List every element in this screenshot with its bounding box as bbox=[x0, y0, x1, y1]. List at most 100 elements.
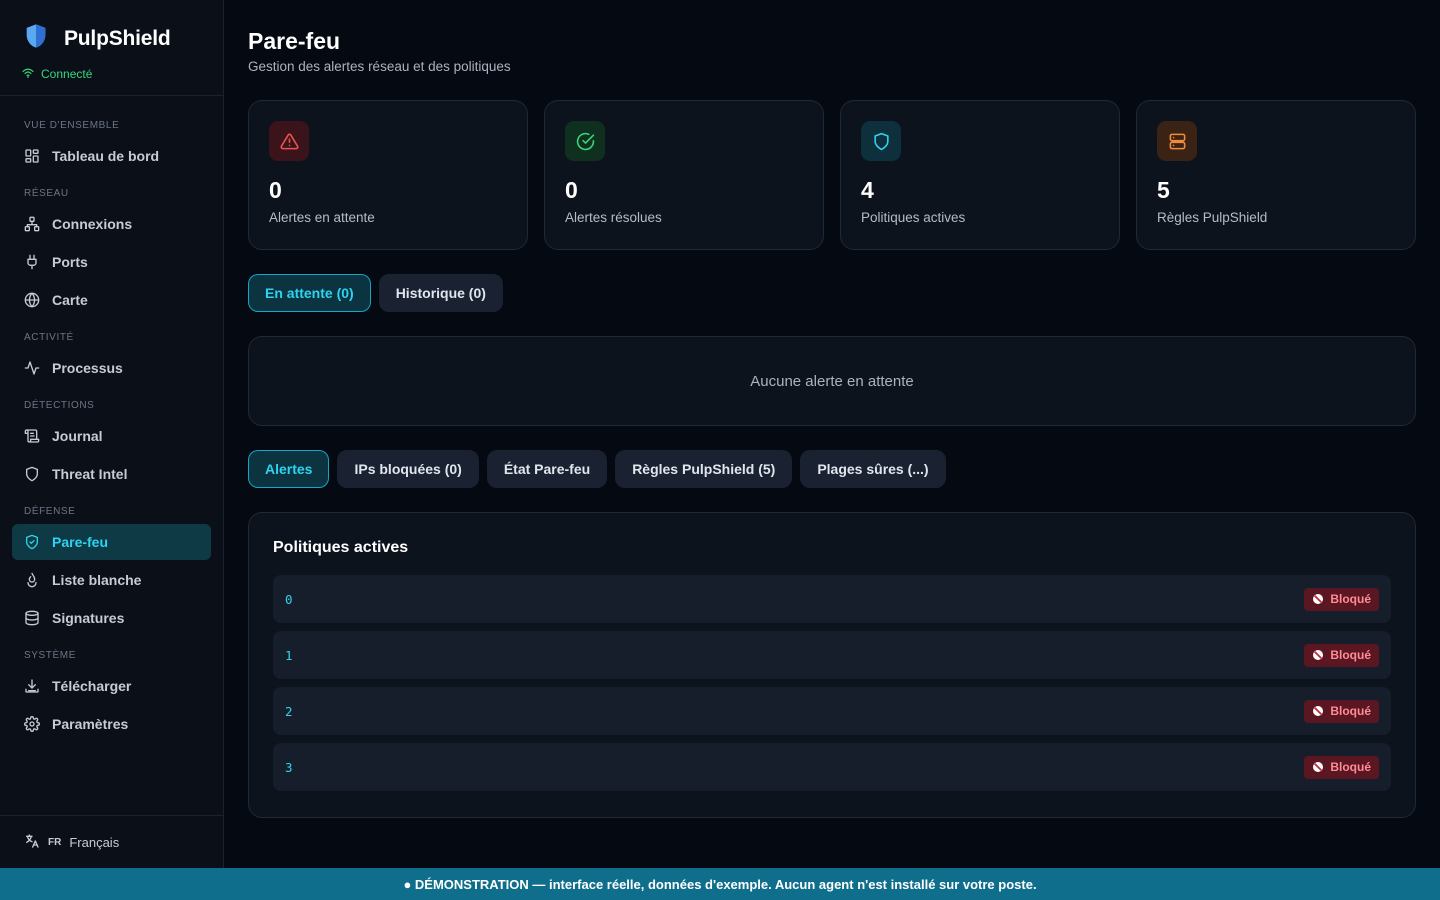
tab-alert-0[interactable]: En attente (0) bbox=[248, 274, 371, 312]
sidebar-item-label: Télécharger bbox=[52, 678, 132, 694]
sidebar-item-journal[interactable]: Journal bbox=[12, 418, 211, 454]
status-label: Bloqué bbox=[1330, 704, 1371, 718]
stat-value: 0 bbox=[565, 177, 578, 203]
translate-icon bbox=[24, 833, 40, 852]
status-label: Bloqué bbox=[1330, 648, 1371, 662]
stat-label: Alertes résolues bbox=[565, 210, 662, 225]
blocked-icon bbox=[1312, 761, 1324, 773]
tab-section-4[interactable]: Plages sûres (...) bbox=[800, 450, 946, 488]
stats-row: 0 Alertes en attente 0 Alertes résolues 4 Pol… bbox=[248, 100, 1416, 250]
stat-label: Alertes en attente bbox=[269, 210, 375, 225]
gear-icon bbox=[24, 716, 40, 732]
page-title: Pare-feu bbox=[248, 28, 341, 54]
globe-icon bbox=[24, 292, 40, 308]
alert-tabs: En attente (0) Historique (0) bbox=[248, 274, 1416, 312]
network-icon bbox=[24, 216, 40, 232]
app-name: PulpShield bbox=[64, 26, 171, 50]
shield-icon bbox=[861, 121, 901, 161]
policy-id: 0 bbox=[285, 591, 293, 607]
stat-card: 0 Alertes résolues bbox=[544, 100, 824, 250]
list-item[interactable]: 0 Bloqué bbox=[273, 575, 1391, 623]
stat-card: 4 Politiques actives bbox=[840, 100, 1120, 250]
scroll-icon bbox=[24, 428, 40, 444]
sidebar-item-label: Threat Intel bbox=[52, 466, 128, 482]
sidebar-item-label: Processus bbox=[52, 360, 123, 376]
stat-label: Politiques actives bbox=[861, 210, 966, 225]
status-badge: Bloqué bbox=[1304, 755, 1379, 779]
language-code: FR bbox=[48, 836, 62, 848]
wifi-icon bbox=[22, 65, 34, 83]
sidebar-item-label: Signatures bbox=[52, 610, 125, 626]
hand-icon bbox=[24, 572, 40, 588]
empty-state: Aucune alerte en attente bbox=[248, 336, 1416, 426]
sidebar-item-label: Tableau de bord bbox=[52, 148, 160, 164]
tab-alert-1[interactable]: Historique (0) bbox=[378, 274, 503, 312]
nav-section-title: DÉFENSE bbox=[24, 506, 76, 517]
policy-list: 0 Bloqué 1 Bloqué 2 Bloqué 3 Bloqué bbox=[273, 575, 1391, 791]
nav-section-title: SYSTÈME bbox=[24, 650, 76, 661]
stat-value: 0 bbox=[269, 177, 282, 203]
sidebar-item-label: Paramètres bbox=[52, 716, 129, 732]
status-badge: Bloqué bbox=[1304, 643, 1379, 667]
nav-section-title: DÉTECTIONS bbox=[24, 400, 95, 411]
blocked-icon bbox=[1312, 649, 1324, 661]
download-icon bbox=[24, 678, 40, 694]
sidebar-item-label: Journal bbox=[52, 428, 103, 444]
nav-section-title: VUE D'ENSEMBLE bbox=[24, 120, 120, 131]
status-badge: Bloqué bbox=[1304, 587, 1379, 611]
sidebar-nav: VUE D'ENSEMBLE Tableau de bord RÉSEAU Conne… bbox=[0, 96, 223, 742]
plug-icon bbox=[24, 254, 40, 270]
language-label: Français bbox=[69, 834, 120, 850]
status-label: Bloqué bbox=[1330, 592, 1371, 606]
sidebar-item-label: Connexions bbox=[52, 216, 133, 232]
policy-id: 1 bbox=[285, 647, 293, 663]
language-selector[interactable]: FR Français bbox=[0, 815, 223, 868]
nav-section-title: ACTIVITÉ bbox=[24, 332, 74, 343]
sidebar-item-label: Pare-feu bbox=[52, 534, 109, 550]
sidebar-item-carte[interactable]: Carte bbox=[12, 282, 211, 318]
policy-id: 2 bbox=[285, 703, 293, 719]
tab-section-2[interactable]: État Pare-feu bbox=[486, 450, 608, 488]
sidebar-item-label: Carte bbox=[52, 292, 88, 308]
sidebar-item-t-l-charger[interactable]: Télécharger bbox=[12, 668, 211, 704]
connection-status: Connecté bbox=[41, 67, 93, 81]
sidebar-item-ports[interactable]: Ports bbox=[12, 244, 211, 280]
tab-section-0[interactable]: Alertes bbox=[248, 450, 330, 488]
demo-banner: ● DÉMONSTRATION — interface réelle, donn… bbox=[0, 868, 1440, 900]
sidebar-item-liste-blanche[interactable]: Liste blanche bbox=[12, 562, 211, 598]
sidebar-item-connexions[interactable]: Connexions bbox=[12, 206, 211, 242]
sidebar-item-tableau-de-bord[interactable]: Tableau de bord bbox=[12, 138, 211, 174]
stat-card: 5 Règles PulpShield bbox=[1136, 100, 1416, 250]
list-item[interactable]: 2 Bloqué bbox=[273, 687, 1391, 735]
stat-label: Règles PulpShield bbox=[1157, 210, 1268, 225]
tab-section-3[interactable]: Règles PulpShield (5) bbox=[615, 450, 793, 488]
sidebar-item-processus[interactable]: Processus bbox=[12, 350, 211, 386]
sidebar-item-label: Liste blanche bbox=[52, 572, 142, 588]
blocked-icon bbox=[1312, 705, 1324, 717]
nav-section-title: RÉSEAU bbox=[24, 188, 69, 199]
sidebar-item-signatures[interactable]: Signatures bbox=[12, 600, 211, 636]
blocked-icon bbox=[1312, 593, 1324, 605]
dashboard-icon bbox=[24, 148, 40, 164]
stat-value: 4 bbox=[861, 177, 874, 203]
activity-icon bbox=[24, 360, 40, 376]
sidebar-item-param-tres[interactable]: Paramètres bbox=[12, 706, 211, 742]
shield-icon bbox=[24, 466, 40, 482]
shield-check-icon bbox=[24, 534, 40, 550]
shield-logo-icon bbox=[22, 22, 50, 55]
list-item[interactable]: 1 Bloqué bbox=[273, 631, 1391, 679]
tab-section-1[interactable]: IPs bloquées (0) bbox=[337, 450, 479, 488]
server-icon bbox=[1157, 121, 1197, 161]
policy-id: 3 bbox=[285, 759, 293, 775]
sidebar-item-pare-feu[interactable]: Pare-feu bbox=[12, 524, 211, 560]
section-tabs: Alertes IPs bloquées (0) État Pare-feu Règl… bbox=[248, 450, 1416, 488]
status-label: Bloqué bbox=[1330, 760, 1371, 774]
stat-value: 5 bbox=[1157, 177, 1170, 203]
main-content: Pare-feu Gestion des alertes réseau et d… bbox=[248, 0, 1416, 818]
policies-title: Politiques actives bbox=[273, 539, 409, 556]
list-item[interactable]: 3 Bloqué bbox=[273, 743, 1391, 791]
alert-triangle-icon bbox=[269, 121, 309, 161]
sidebar: PulpShield Connecté VUE D'ENSEMBLE Tablea… bbox=[0, 0, 224, 868]
sidebar-item-threat-intel[interactable]: Threat Intel bbox=[12, 456, 211, 492]
stat-card: 0 Alertes en attente bbox=[248, 100, 528, 250]
